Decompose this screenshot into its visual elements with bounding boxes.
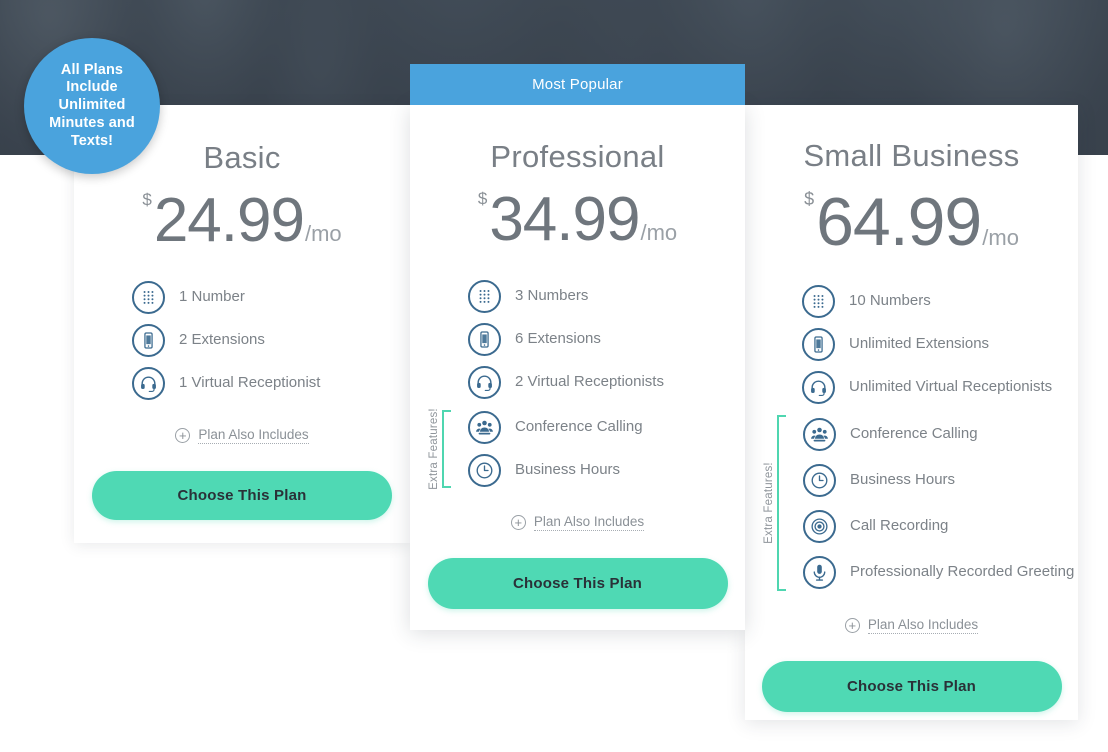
price-currency-symbol: $ [804,189,815,209]
extra-features-label: Extra Features! [763,462,775,544]
plan-card-small-business: Small Business $64.99/mo 10 Numbers Unlimit… [745,105,1078,720]
price-amount: 24.99 [153,186,305,255]
extra-features-label: Extra Features! [428,408,440,490]
conference-group-icon [803,417,836,451]
feature-item: Professionally Recorded Greeting [803,549,1078,595]
extra-features-bracket [442,410,451,488]
feature-item: 1 Virtual Receptionist [132,362,410,405]
mobile-phone-icon [802,328,835,361]
price-period: /mo [304,221,342,246]
record-icon [803,509,836,543]
extra-features-bracket [777,415,786,591]
choose-plan-button[interactable]: Choose This Plan [761,661,1062,712]
feature-label: Professionally Recorded Greeting [850,562,1075,580]
price-period: /mo [640,220,678,245]
most-popular-label: Most Popular [532,76,623,93]
feature-item: Unlimited Virtual Receptionists [802,366,1078,409]
feature-item: Conference Calling [803,411,1078,457]
plan-also-includes-label: Plan Also Includes [198,427,309,444]
extra-feature-list: Conference Calling Business Hours Call Rec… [745,411,1078,595]
feature-label: Conference Calling [515,418,643,436]
feature-item: Business Hours [803,457,1078,503]
feature-label: 2 Virtual Receptionists [515,373,664,391]
feature-label: 2 Extensions [179,331,265,349]
feature-item: 1 Number [132,276,410,319]
plan-name: Small Business [803,138,1020,173]
price-amount: 64.99 [816,184,982,260]
feature-item: 10 Numbers [802,280,1078,323]
mobile-phone-icon [132,324,165,357]
feature-item: 2 Virtual Receptionists [468,361,745,404]
extra-features-group: Extra Features! Conference Calling Busines… [745,411,1078,595]
feature-item: 3 Numbers [468,275,745,318]
choose-plan-button[interactable]: Choose This Plan [427,558,728,609]
price-period: /mo [982,225,1019,250]
extra-features-group: Extra Features! Conference Calling Busines… [410,406,745,492]
feature-item: Conference Calling [468,406,745,449]
feature-label: 1 Virtual Receptionist [179,374,321,392]
plus-circle-icon: + [510,515,526,530]
plan-name: Professional [490,139,665,174]
feature-list: 10 Numbers Unlimited Extensions Unlimited … [745,280,1078,409]
promo-badge-text: All Plans Include Unlimited Minutes and … [49,61,135,149]
feature-item: Business Hours [468,449,745,492]
feature-label: 6 Extensions [515,330,601,348]
feature-item: 6 Extensions [468,318,745,361]
feature-label: 10 Numbers [849,292,931,310]
headset-icon [132,367,165,400]
price-currency-symbol: $ [477,189,488,208]
choose-plan-button[interactable]: Choose This Plan [92,471,392,520]
plus-circle-icon: + [844,618,860,633]
plan-price: $34.99/mo [410,189,745,251]
feature-label: 1 Number [179,288,245,306]
feature-label: Call Recording [850,516,949,534]
clock-icon [468,454,501,487]
most-popular-banner: Most Popular [410,64,745,105]
price-amount: 34.99 [489,185,640,254]
feature-label: Unlimited Virtual Receptionists [849,378,1053,396]
feature-label: Conference Calling [850,424,978,442]
feature-label: Business Hours [515,461,621,479]
plus-circle-icon: + [175,428,191,443]
dialpad-icon [802,285,835,318]
feature-label: Unlimited Extensions [849,335,990,353]
dialpad-icon [132,281,165,314]
plan-card-basic: Basic $24.99/mo 1 Number 2 Extensions 1 Virt… [74,105,410,543]
plan-also-includes-link[interactable]: + Plan Also Includes [745,617,1078,634]
price-currency-symbol: $ [142,190,152,209]
plan-card-professional: Professional $34.99/mo 3 Numbers 6 Extensio… [410,105,745,630]
feature-item: Call Recording [803,503,1078,549]
headset-icon [468,366,501,399]
plan-also-includes-label: Plan Also Includes [867,617,979,634]
plan-price: $64.99/mo [745,188,1078,256]
microphone-icon [803,555,836,589]
feature-label: 3 Numbers [515,287,589,305]
dialpad-icon [468,280,501,313]
plan-price: $24.99/mo [74,190,410,252]
feature-list: 3 Numbers 6 Extensions 2 Virtual Reception… [410,275,745,404]
clock-icon [803,463,836,497]
feature-item: 2 Extensions [132,319,410,362]
feature-list: 1 Number 2 Extensions 1 Virtual Receptioni… [74,276,410,405]
plan-also-includes-link[interactable]: + Plan Also Includes [74,427,410,444]
plan-also-includes-label: Plan Also Includes [533,514,645,531]
plan-also-includes-link[interactable]: + Plan Also Includes [410,514,745,531]
conference-group-icon [468,411,501,444]
promo-badge: All Plans Include Unlimited Minutes and … [24,38,160,174]
feature-item: Unlimited Extensions [802,323,1078,366]
feature-label: Business Hours [850,470,956,488]
headset-icon [802,371,835,404]
extra-feature-list: Conference Calling Business Hours [410,406,745,492]
mobile-phone-icon [468,323,501,356]
pricing-page: All Plans Include Unlimited Minutes and … [0,0,1108,752]
